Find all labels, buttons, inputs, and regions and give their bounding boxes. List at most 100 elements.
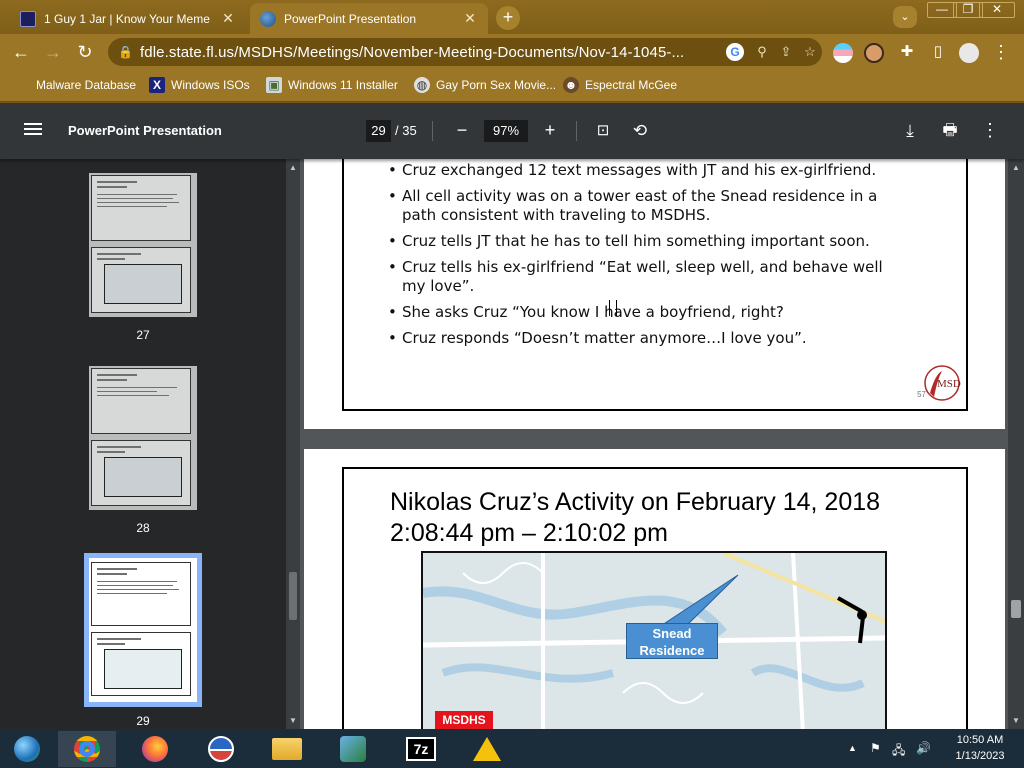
page-total: / 35 <box>395 123 417 138</box>
extensions-puzzle-icon[interactable]: ✚ <box>896 41 918 63</box>
taskbar-obama[interactable] <box>192 731 250 767</box>
browser-titlebar: 1 Guy 1 Jar | Know Your Meme ✕ PowerPoin… <box>0 0 1024 34</box>
x-logo-icon: X <box>149 77 165 93</box>
taskbar-7zip[interactable]: 7z <box>392 731 450 767</box>
thumbnail-slide <box>91 632 191 696</box>
taskbar-file-explorer[interactable] <box>258 731 316 767</box>
close-window-button[interactable]: ✕ <box>979 2 1015 18</box>
tab-title: PowerPoint Presentation <box>284 11 417 26</box>
google-lens-icon[interactable]: G <box>726 43 744 61</box>
url-text[interactable]: fdle.state.fl.us/MSDHS/Meetings/November… <box>140 44 726 61</box>
page-thumbnail-28[interactable] <box>89 366 197 510</box>
sidebar-scrollbar[interactable] <box>286 159 300 729</box>
thumbnail-slide <box>91 368 191 434</box>
scroll-down-arrow-icon[interactable]: ▼ <box>286 716 300 725</box>
new-tab-button[interactable]: + <box>496 6 520 30</box>
thumbnail-page-number: 28 <box>136 521 150 535</box>
forward-arrow-icon[interactable]: → <box>42 41 64 63</box>
windows-taskbar: 7z ▲ ⚑ 🖧 🔊 10:50 AM 1/13/2023 <box>0 729 1024 768</box>
obama-logo-icon <box>208 736 234 762</box>
bookmark-label: Windows 11 Installer <box>288 78 398 92</box>
thumbnail-slide <box>91 175 191 241</box>
page-thumbnail-27[interactable] <box>89 173 197 317</box>
taskbar-installer[interactable] <box>458 731 516 767</box>
reload-icon[interactable]: ↻ <box>74 41 96 63</box>
know-your-meme-favicon-icon <box>20 10 36 27</box>
share-icon[interactable]: ⇪ <box>774 44 798 60</box>
tab-title: 1 Guy 1 Jar | Know Your Meme <box>44 11 210 26</box>
slide-bullet-list: Cruz exchanged 12 text messages with JT … <box>388 161 908 355</box>
clock-date: 1/13/2023 <box>955 750 1005 762</box>
document-scrollbar[interactable] <box>1008 159 1024 729</box>
chrome-icon <box>74 736 100 762</box>
lock-icon[interactable]: 🔒 <box>118 45 133 59</box>
svg-text:MSD: MSD <box>937 378 961 390</box>
bookmark-espectral-mcgee[interactable]: ☻ Espectral McGee <box>563 77 677 93</box>
side-panel-icon[interactable]: ▯ <box>927 41 949 63</box>
zoom-level-input[interactable]: 97% <box>484 120 528 142</box>
profile-avatar-icon[interactable] <box>959 43 979 63</box>
zoom-magnifier-icon[interactable]: ⚲ <box>750 44 774 60</box>
document-scrollbar-thumb[interactable] <box>1011 600 1021 618</box>
browser-menu-icon[interactable]: ⋮ <box>990 41 1012 63</box>
clock-time: 10:50 AM <box>956 734 1004 746</box>
slide-title-line: 2:08:44 pm – 2:10:02 pm <box>390 519 668 547</box>
bookmark-star-icon[interactable]: ☆ <box>798 44 822 60</box>
tab-know-your-meme[interactable]: 1 Guy 1 Jar | Know Your Meme ✕ <box>10 3 246 34</box>
scroll-up-arrow-icon[interactable]: ▲ <box>1008 163 1024 172</box>
bookmark-label: Malware Database <box>36 78 137 92</box>
rotate-icon[interactable]: ⟲ <box>626 117 654 145</box>
print-icon[interactable]: 🖶 <box>936 117 964 145</box>
taskbar-chrome[interactable] <box>58 731 116 767</box>
scroll-up-arrow-icon[interactable]: ▲ <box>286 163 300 172</box>
action-center-flag-icon[interactable]: ⚑ <box>870 741 881 755</box>
callout-line: Residence <box>639 643 705 658</box>
sidebar-menu-icon[interactable] <box>24 121 42 139</box>
bullet-item: All cell activity was on a tower east of… <box>388 187 908 225</box>
7zip-icon: 7z <box>406 737 436 761</box>
taskbar-firefox[interactable] <box>126 731 184 767</box>
installer-warning-icon <box>473 737 501 761</box>
extension-avatar-icon[interactable] <box>864 43 884 63</box>
snead-residence-callout: Snead Residence <box>626 623 718 659</box>
show-hidden-icons-icon[interactable]: ▲ <box>848 743 857 753</box>
start-button[interactable] <box>0 731 54 767</box>
tab-search-chevron-down-icon[interactable]: ⌄ <box>893 6 917 28</box>
pdf-page: Cruz exchanged 12 text messages with JT … <box>304 159 1005 429</box>
volume-icon[interactable]: 🔊 <box>916 741 931 755</box>
extension-flag-icon[interactable] <box>833 43 853 63</box>
image-icon: ▣ <box>266 77 282 93</box>
sidebar-scrollbar-thumb[interactable] <box>289 572 297 620</box>
bookmark-gay-porn-sex-movie[interactable]: ◍ Gay Porn Sex Movie... <box>414 77 556 93</box>
thumbnail-page-number: 29 <box>136 714 150 728</box>
zoom-out-button[interactable]: − <box>448 117 476 145</box>
file-explorer-icon <box>272 738 302 760</box>
close-tab-icon[interactable]: ✕ <box>462 10 478 27</box>
bookmark-windows-isos[interactable]: X Windows ISOs <box>149 77 250 93</box>
more-actions-icon[interactable]: ⋮ <box>976 117 1004 145</box>
thumbnail-slide <box>91 247 191 313</box>
network-icon <box>340 736 366 762</box>
zoom-in-button[interactable]: + <box>536 117 564 145</box>
scroll-down-arrow-icon[interactable]: ▼ <box>1008 716 1024 725</box>
bookmarks-bar: Malware Database X Windows ISOs ▣ Window… <box>0 70 1024 102</box>
bookmark-malware-database[interactable]: Malware Database <box>16 77 136 93</box>
toolbar-divider <box>576 121 577 141</box>
bookmark-windows-11-installer[interactable]: ▣ Windows 11 Installer <box>266 77 398 93</box>
back-arrow-icon[interactable]: ← <box>10 41 32 63</box>
bullet-item: She asks Cruz “You know I have a boyfrie… <box>388 303 908 322</box>
edge-icon <box>14 736 40 762</box>
download-icon[interactable]: ⤓ <box>896 117 924 145</box>
network-status-icon[interactable]: 🖧 <box>892 741 905 762</box>
taskbar-network[interactable] <box>324 731 382 767</box>
browser-toolbar: ← → ↻ 🔒 fdle.state.fl.us/MSDHS/Meetings/… <box>0 34 1024 70</box>
close-tab-icon[interactable]: ✕ <box>220 10 236 27</box>
text-cursor-icon <box>609 300 617 316</box>
page-number-input[interactable]: 29 <box>366 120 391 142</box>
system-clock[interactable]: 10:50 AM 1/13/2023 <box>948 732 1012 764</box>
fit-to-page-icon[interactable]: ⊡ <box>589 117 617 145</box>
page-thumbnail-29[interactable] <box>84 553 202 707</box>
tab-powerpoint-presentation[interactable]: PowerPoint Presentation ✕ <box>250 3 488 34</box>
firefox-icon <box>142 736 168 762</box>
address-bar[interactable]: 🔒 fdle.state.fl.us/MSDHS/Meetings/Novemb… <box>108 38 822 66</box>
